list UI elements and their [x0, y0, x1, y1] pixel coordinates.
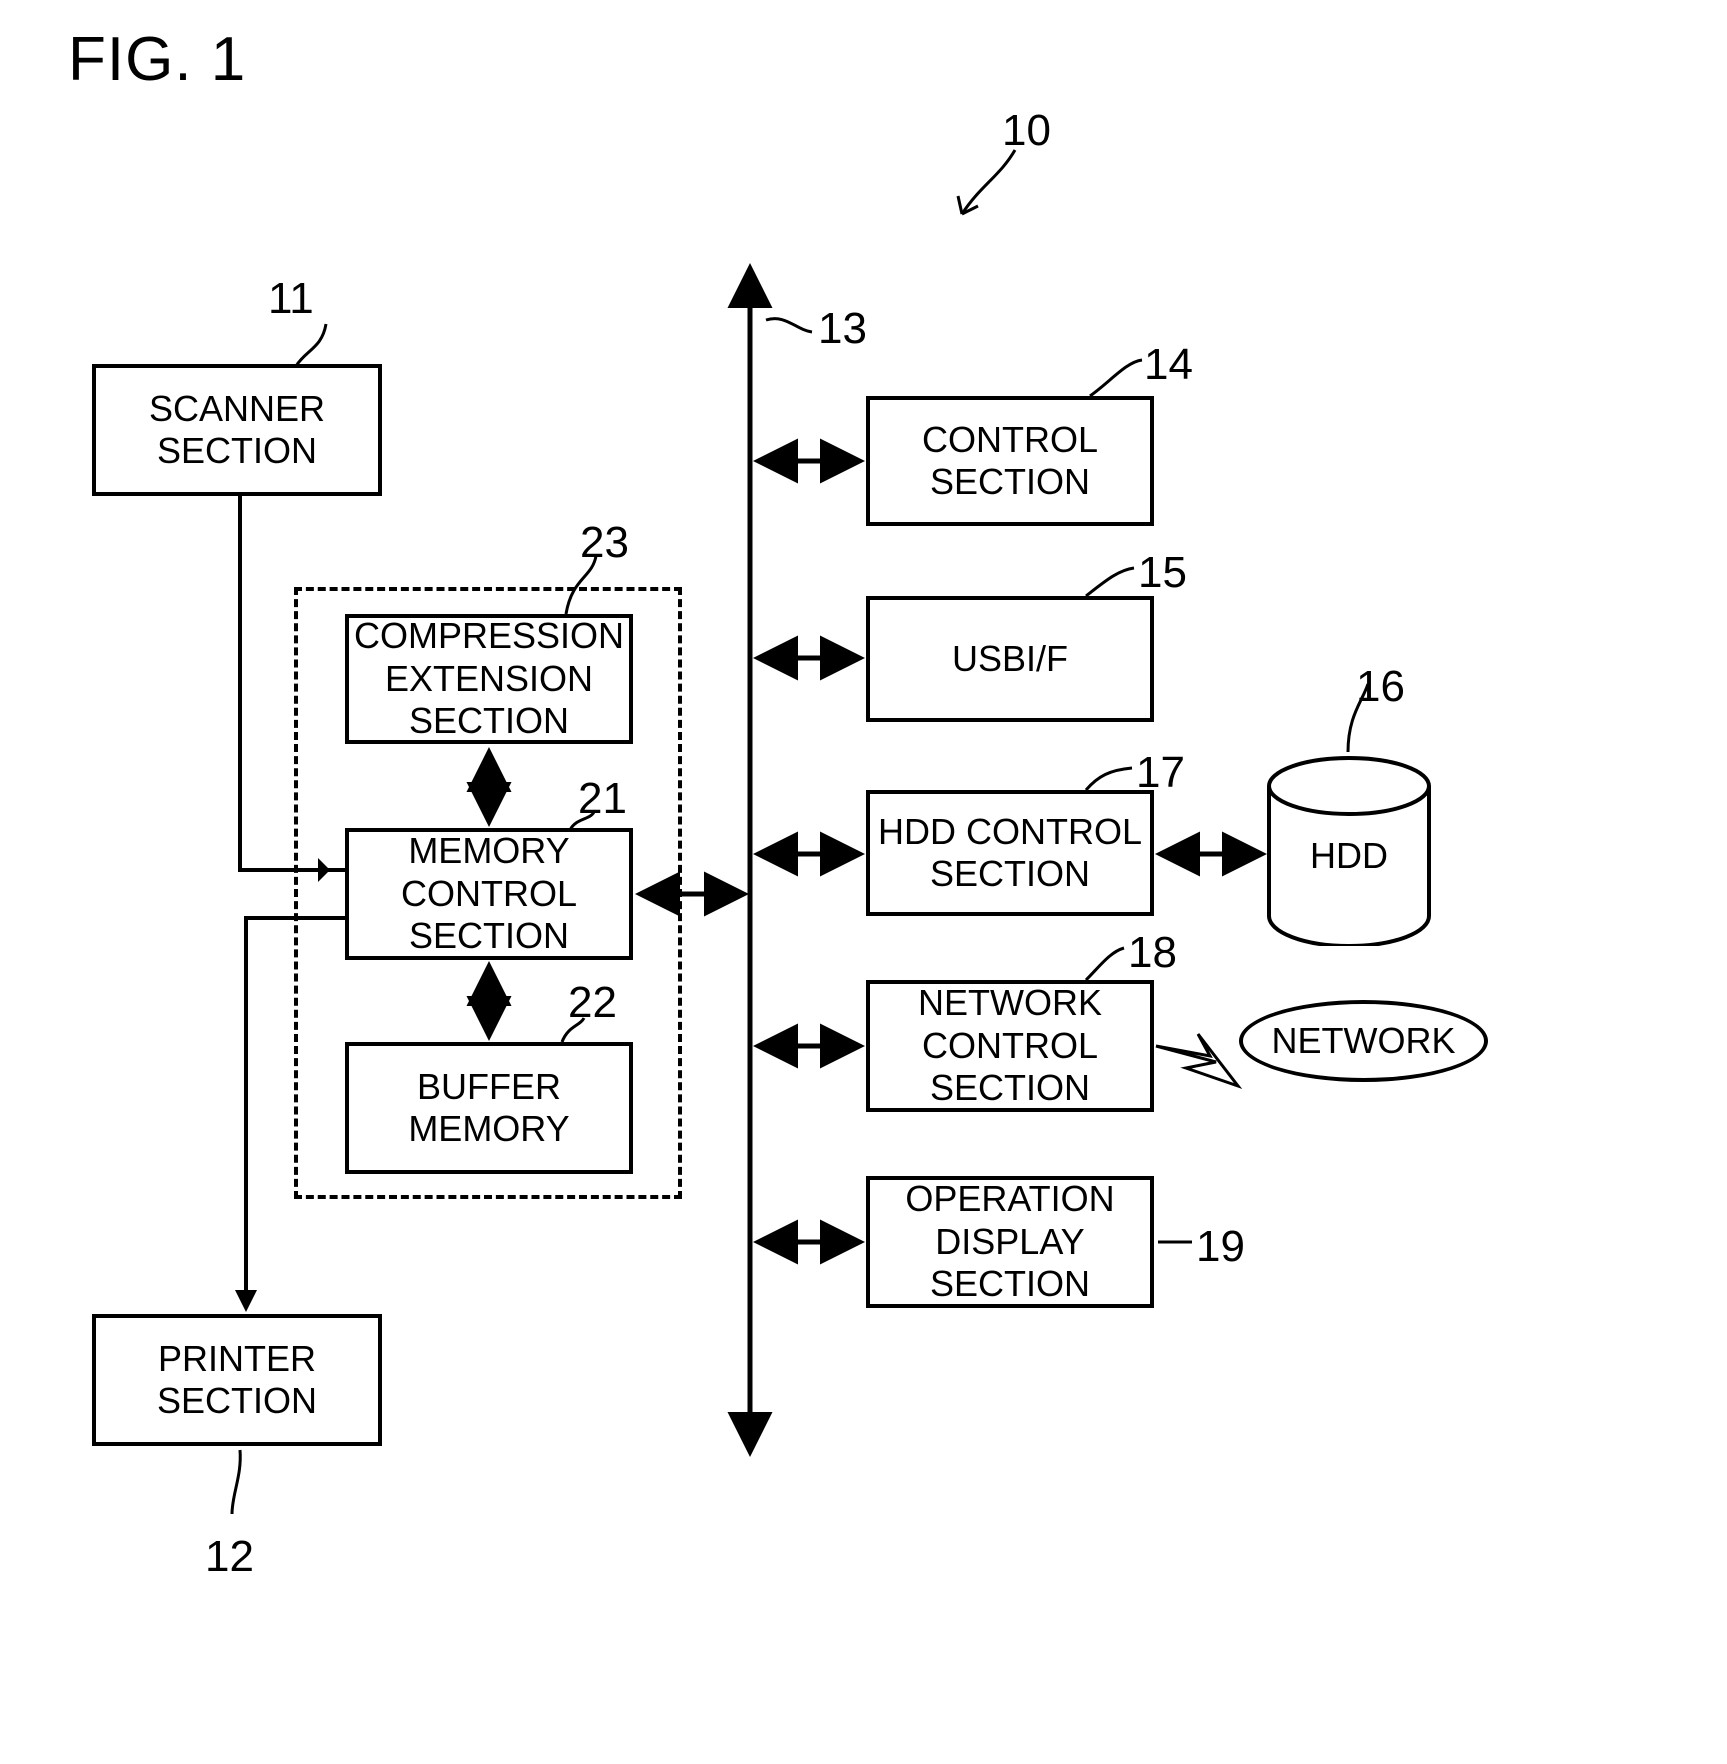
printer-section-label-line1: PRINTER	[157, 1337, 316, 1379]
printer-section-box[interactable]: PRINTER SECTION	[92, 1314, 382, 1446]
leader-13	[765, 317, 813, 334]
leader-10	[960, 149, 1017, 215]
hdd-control-section-box[interactable]: HDD CONTROL SECTION	[866, 790, 1154, 916]
connector-overlay	[230, 149, 1370, 1515]
memory-control-label-line3: SECTION	[408, 915, 569, 957]
hdd-control-label-line1: HDD CONTROL	[877, 810, 1142, 852]
ref-23-compression: 23	[580, 518, 629, 567]
ref-13-bus: 13	[818, 304, 867, 353]
ref-11-scanner: 11	[268, 274, 314, 323]
scanner-section-box[interactable]: SCANNER SECTION	[92, 364, 382, 496]
ref-15-usb: 15	[1138, 548, 1187, 597]
network-ellipse[interactable]: NETWORK	[1239, 1000, 1488, 1082]
ref-19-operation-display: 19	[1196, 1222, 1245, 1271]
leader-15	[1085, 566, 1135, 598]
network-label: NETWORK	[1271, 1020, 1456, 1061]
leader-10-arrow	[956, 195, 979, 216]
operation-display-label-line1: OPERATION	[905, 1178, 1115, 1220]
buffer-memory-box[interactable]: BUFFER MEMORY	[345, 1042, 633, 1174]
figure-title: FIG. 1	[68, 25, 247, 94]
buffer-memory-label-line1: BUFFER	[416, 1065, 561, 1107]
leader-17	[1084, 766, 1133, 791]
compression-label-line3: SECTION	[408, 700, 569, 742]
printer-section-label-line2: SECTION	[156, 1380, 317, 1421]
buffer-memory-label-line2: MEMORY	[408, 1108, 570, 1149]
control-section-label-line2: SECTION	[929, 461, 1090, 502]
memory-control-section-box[interactable]: MEMORY CONTROL SECTION	[345, 828, 633, 960]
compression-extension-section-box[interactable]: COMPRESSION EXTENSION SECTION	[345, 614, 633, 744]
control-section-label-line1: CONTROL	[921, 418, 1098, 460]
network-control-label-line3: SECTION	[929, 1067, 1090, 1109]
network-control-section-box[interactable]: NETWORK CONTROL SECTION	[866, 980, 1154, 1112]
usb-interface-label: USBI/F	[951, 637, 1068, 679]
compression-label-line2: EXTENSION	[384, 657, 594, 699]
scanner-section-label-line2: SECTION	[156, 430, 317, 471]
network-control-label-line1: NETWORK	[918, 982, 1102, 1024]
hdd-control-label-line2: SECTION	[929, 853, 1090, 894]
figure-canvas: FIG. 1 10 11 12 13 14 15 16 17 18 19 23 …	[0, 0, 1727, 1764]
ref-14-control: 14	[1144, 340, 1193, 389]
operation-display-section-box[interactable]: OPERATION DISPLAY SECTION	[866, 1176, 1154, 1308]
scanner-section-label-line1: SCANNER	[148, 387, 326, 429]
leader-18	[1084, 946, 1125, 982]
connector-network-lightning-icon	[1155, 1033, 1243, 1090]
ref-12-printer: 12	[205, 1532, 254, 1581]
memory-control-label-line1: MEMORY	[408, 830, 570, 872]
ref-18-network-control: 18	[1128, 928, 1177, 977]
ref-16-hdd: 16	[1356, 662, 1405, 711]
operation-display-label-line2: DISPLAY	[935, 1220, 1085, 1262]
leader-12	[230, 1449, 242, 1515]
hdd-label: HDD	[1310, 835, 1388, 876]
usb-interface-box[interactable]: USBI/F	[866, 596, 1154, 722]
compression-label-line1: COMPRESSION	[353, 615, 625, 657]
leader-11	[294, 323, 328, 367]
network-control-label-line2: CONTROL	[921, 1024, 1098, 1066]
operation-display-label-line3: SECTION	[929, 1263, 1090, 1305]
memory-control-label-line2: CONTROL	[400, 872, 577, 914]
ref-10-system: 10	[1002, 106, 1051, 155]
leader-14	[1089, 358, 1143, 398]
control-section-box[interactable]: CONTROL SECTION	[866, 396, 1154, 526]
